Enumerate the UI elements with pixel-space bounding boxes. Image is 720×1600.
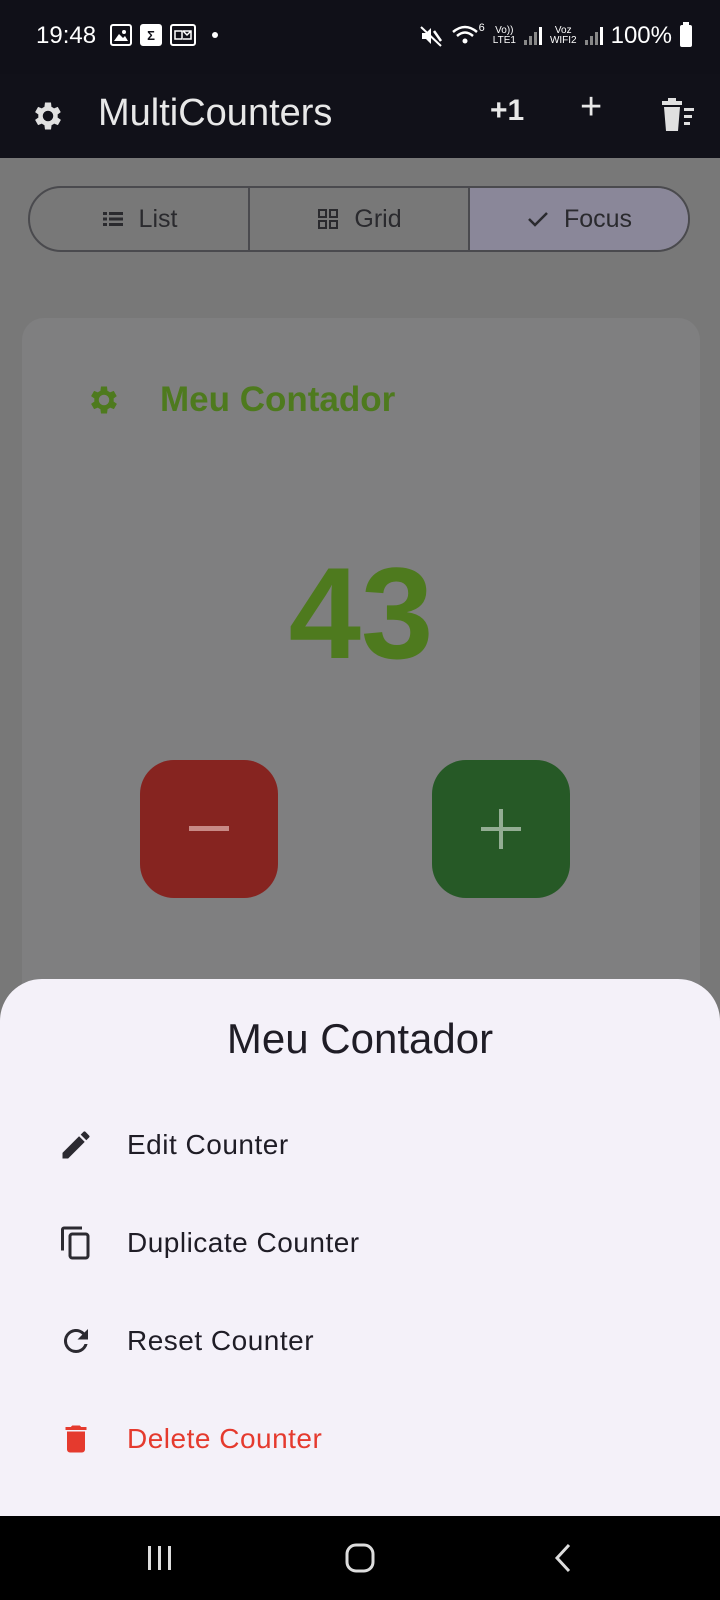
plus-icon — [481, 809, 521, 849]
tab-list[interactable]: List — [30, 188, 250, 250]
delete-counter-item[interactable]: Delete Counter — [0, 1391, 720, 1487]
wifi-calling-icon: 6 — [451, 22, 485, 48]
status-bar: 19:48 Σ 6 Vo)) LTE1 Voz WIFI2 100% — [0, 0, 720, 74]
duplicate-counter-label: Duplicate Counter — [127, 1227, 360, 1258]
mute-icon — [420, 26, 442, 47]
back-icon[interactable] — [545, 1542, 585, 1574]
wifi-label: WIFI2 — [549, 35, 577, 46]
system-nav-bar — [0, 1516, 720, 1600]
list-icon — [102, 212, 123, 226]
plus-one-button[interactable]: +1 — [490, 94, 524, 128]
tab-grid[interactable]: Grid — [250, 188, 470, 250]
signal-1-icon — [523, 27, 542, 45]
increment-button[interactable] — [432, 760, 570, 898]
copy-icon — [61, 1226, 90, 1260]
reset-counter-item[interactable]: Reset Counter — [0, 1293, 720, 1389]
gallery-icon — [110, 24, 132, 46]
app-bar: MultiCounters +1 + — [0, 74, 720, 158]
tab-grid-label: Grid — [354, 204, 402, 233]
decrement-button[interactable] — [140, 760, 278, 898]
trash-icon — [65, 1425, 87, 1453]
reset-counter-label: Reset Counter — [127, 1325, 315, 1356]
counter-settings-gear-icon[interactable] — [86, 382, 122, 418]
sheet-title: Meu Contador — [226, 1015, 494, 1062]
edit-counter-item[interactable]: Edit Counter — [0, 1097, 720, 1193]
lte-label: LTE1 — [492, 35, 516, 46]
pencil-icon — [62, 1131, 90, 1159]
counter-options-sheet: Meu Contador Edit Counter Duplicate Coun… — [0, 979, 720, 1516]
signal-2-icon — [584, 27, 603, 45]
delete-counter-label: Delete Counter — [127, 1423, 323, 1454]
status-time: 19:48 — [36, 22, 97, 49]
grid-icon — [318, 209, 339, 229]
outlook-icon — [170, 24, 196, 46]
edit-counter-label: Edit Counter — [127, 1129, 289, 1160]
battery-icon — [680, 22, 692, 47]
settings-gear-icon[interactable] — [30, 98, 66, 134]
counter-value: 43 — [288, 540, 434, 686]
refresh-icon — [63, 1328, 88, 1353]
add-counter-button[interactable]: + — [580, 86, 602, 129]
view-toggle: List Grid Focus — [28, 186, 690, 252]
home-icon[interactable] — [340, 1542, 380, 1574]
check-icon — [528, 212, 548, 227]
wifi-number: 6 — [478, 22, 485, 34]
notification-dot-icon — [212, 32, 218, 38]
tab-focus-label: Focus — [563, 204, 633, 233]
battery-text: 100% — [610, 22, 672, 49]
minus-icon — [189, 826, 229, 831]
sigma-icon: Σ — [140, 24, 162, 46]
tab-focus[interactable]: Focus — [470, 188, 688, 250]
app-title: MultiCounters — [98, 92, 333, 134]
counter-name: Meu Contador — [160, 380, 396, 419]
delete-sort-icon[interactable] — [660, 98, 696, 132]
duplicate-counter-item[interactable]: Duplicate Counter — [0, 1195, 720, 1291]
recent-apps-icon[interactable] — [140, 1542, 180, 1574]
tab-list-label: List — [138, 204, 178, 233]
